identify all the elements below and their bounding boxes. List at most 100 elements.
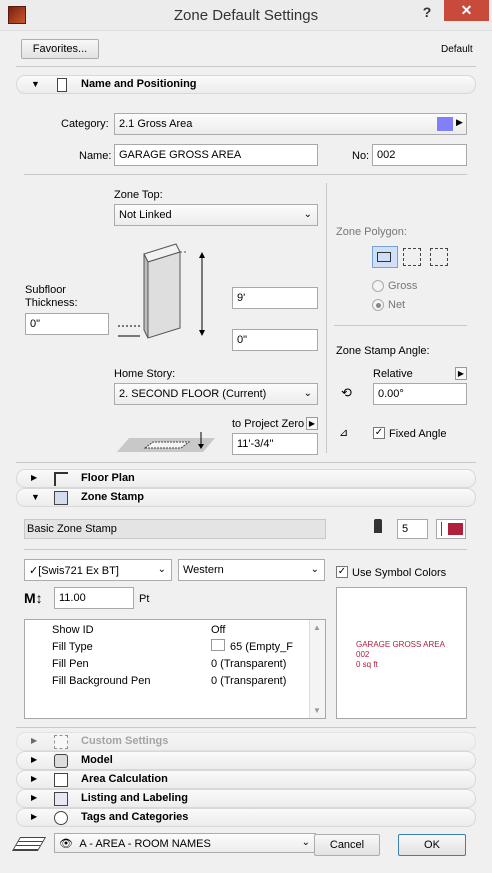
use-symbol-colors-label: Use Symbol Colors xyxy=(352,567,447,579)
ok-button[interactable]: OK xyxy=(398,834,466,856)
name-input[interactable]: GARAGE GROSS AREA xyxy=(114,144,318,166)
section-custom-settings[interactable]: ▶ Custom Settings xyxy=(16,732,476,751)
home-story-value: 2. SECOND FLOOR (Current) xyxy=(119,388,267,400)
listing-icon xyxy=(54,792,68,806)
section-tags-categories[interactable]: ▶ Tags and Categories xyxy=(16,808,476,827)
chevron-down-icon: ⌄ xyxy=(303,388,312,399)
param-value[interactable]: 0 (Transparent) xyxy=(211,658,286,670)
gross-radio[interactable] xyxy=(372,280,384,292)
category-select[interactable]: 2.1 Gross Area ▶ xyxy=(114,113,467,135)
angle-mode-arrow-icon[interactable]: ▶ xyxy=(455,367,467,380)
cancel-button[interactable]: Cancel xyxy=(314,834,380,856)
section-area-calculation[interactable]: ▶ Area Calculation xyxy=(16,770,476,789)
name-label: Name: xyxy=(79,150,112,162)
section-floor-plan[interactable]: ▶ Floor Plan xyxy=(16,469,476,488)
text-size-input[interactable]: 11.00 xyxy=(54,587,134,609)
divider xyxy=(326,183,327,453)
help-button[interactable]: ? xyxy=(414,2,440,22)
net-radio[interactable] xyxy=(372,299,384,311)
script-value: Western xyxy=(183,564,224,576)
eye-icon: 👁 xyxy=(59,838,73,850)
favorites-button[interactable]: Favorites... xyxy=(21,39,99,59)
fill-swatch xyxy=(211,639,225,651)
zone-info-icon xyxy=(57,78,67,92)
zone-stamp-icon xyxy=(54,491,68,505)
home-story-select[interactable]: 2. SECOND FLOOR (Current) ⌄ xyxy=(114,383,318,405)
chevron-down-icon: ⌄ xyxy=(310,564,319,575)
fixed-angle-checkbox[interactable]: ✓ xyxy=(373,427,385,439)
divider xyxy=(24,174,467,175)
param-name: Fill Type xyxy=(52,641,93,653)
angle-icon: ⟲ xyxy=(341,385,352,400)
pen-color-swatch xyxy=(448,523,463,535)
stamp-parameters-list[interactable]: Show ID Off Fill Type 65 (Empty_F Fill P… xyxy=(24,619,326,719)
close-button[interactable]: ✕ xyxy=(444,0,489,21)
polygon-mode-2-icon[interactable] xyxy=(403,248,421,266)
section-listing-labeling[interactable]: ▶ Listing and Labeling xyxy=(16,789,476,808)
chevron-down-icon: ⌄ xyxy=(157,564,166,575)
preview-area: 0 sq ft xyxy=(356,660,378,669)
zone-top-value: Not Linked xyxy=(119,209,172,221)
pen-color-line xyxy=(441,522,442,536)
pen-input[interactable]: 5 xyxy=(397,519,428,539)
reference-level-arrow-icon[interactable]: ▶ xyxy=(306,417,318,430)
layers-icon xyxy=(11,837,47,851)
category-color-swatch xyxy=(437,117,453,131)
fixed-angle-label: Fixed Angle xyxy=(389,428,447,440)
section-label: Model xyxy=(81,754,113,766)
font-select[interactable]: ✓[Swis721 Ex BT] ⌄ xyxy=(24,559,172,581)
divider xyxy=(16,462,476,463)
scroll-down-icon[interactable]: ▼ xyxy=(313,706,321,715)
param-value[interactable]: 0 (Transparent) xyxy=(211,675,286,687)
layer-value: A - AREA - ROOM NAMES xyxy=(79,838,211,850)
collapse-triangle-icon: ▶ xyxy=(31,736,38,745)
script-select[interactable]: Western ⌄ xyxy=(178,559,325,581)
section-name-positioning[interactable]: ▼ Name and Positioning xyxy=(16,75,476,94)
angle-input[interactable]: 0.00° xyxy=(373,383,467,405)
to-project-zero-label: to Project Zero xyxy=(232,418,305,430)
gross-label: Gross xyxy=(388,280,418,292)
scroll-up-icon[interactable]: ▲ xyxy=(313,623,321,632)
zone-height-input[interactable]: 9' xyxy=(232,287,318,309)
zone-height-diagram xyxy=(118,243,205,339)
section-label: Custom Settings xyxy=(81,735,169,747)
custom-settings-icon xyxy=(54,735,68,749)
pen-icon xyxy=(374,519,382,533)
net-label: Net xyxy=(388,299,406,311)
collapse-triangle-icon: ▶ xyxy=(31,793,38,802)
home-story-label: Home Story: xyxy=(114,368,176,380)
stamp-library-name[interactable]: Basic Zone Stamp xyxy=(24,519,326,539)
polygon-mode-3-icon[interactable] xyxy=(430,248,448,266)
fixed-angle-icon: ⊿ xyxy=(339,427,349,439)
expand-triangle-icon: ▼ xyxy=(31,492,40,502)
tags-icon xyxy=(54,811,68,825)
section-model[interactable]: ▶ Model xyxy=(16,751,476,770)
preview-name: GARAGE GROSS AREA xyxy=(356,640,445,649)
divider xyxy=(24,549,467,550)
no-input[interactable]: 002 xyxy=(372,144,467,166)
default-label: Default xyxy=(441,44,473,55)
divider xyxy=(16,66,476,67)
subfloor-label: Subfloor Thickness: xyxy=(25,284,78,309)
zone-offset-input[interactable]: 0" xyxy=(232,329,318,351)
stamp-angle-label: Zone Stamp Angle: xyxy=(336,345,430,357)
zone-top-select[interactable]: Not Linked ⌄ xyxy=(114,204,318,226)
project-zero-input[interactable]: 11'-3/4" xyxy=(232,433,318,455)
param-value[interactable]: 65 (Empty_F xyxy=(230,641,293,653)
divider xyxy=(334,325,467,326)
zone-polygon-label: Zone Polygon: xyxy=(336,226,407,238)
subfloor-input[interactable]: 0" xyxy=(25,313,109,335)
section-label: Area Calculation xyxy=(81,773,168,785)
scrollbar[interactable] xyxy=(309,620,325,718)
project-zero-icon xyxy=(117,432,215,452)
param-value[interactable]: Off xyxy=(211,624,225,636)
collapse-triangle-icon: ▶ xyxy=(31,774,38,783)
section-label: Tags and Categories xyxy=(81,811,189,823)
divider xyxy=(16,727,476,728)
layer-select[interactable]: 👁 A - AREA - ROOM NAMES ⌄ xyxy=(54,833,316,853)
param-name: Show ID xyxy=(52,624,94,636)
collapse-triangle-icon: ▶ xyxy=(31,755,38,764)
section-zone-stamp[interactable]: ▼ Zone Stamp xyxy=(16,488,476,507)
collapse-triangle-icon: ▶ xyxy=(31,473,38,482)
use-symbol-colors-checkbox[interactable]: ✓ xyxy=(336,566,348,578)
